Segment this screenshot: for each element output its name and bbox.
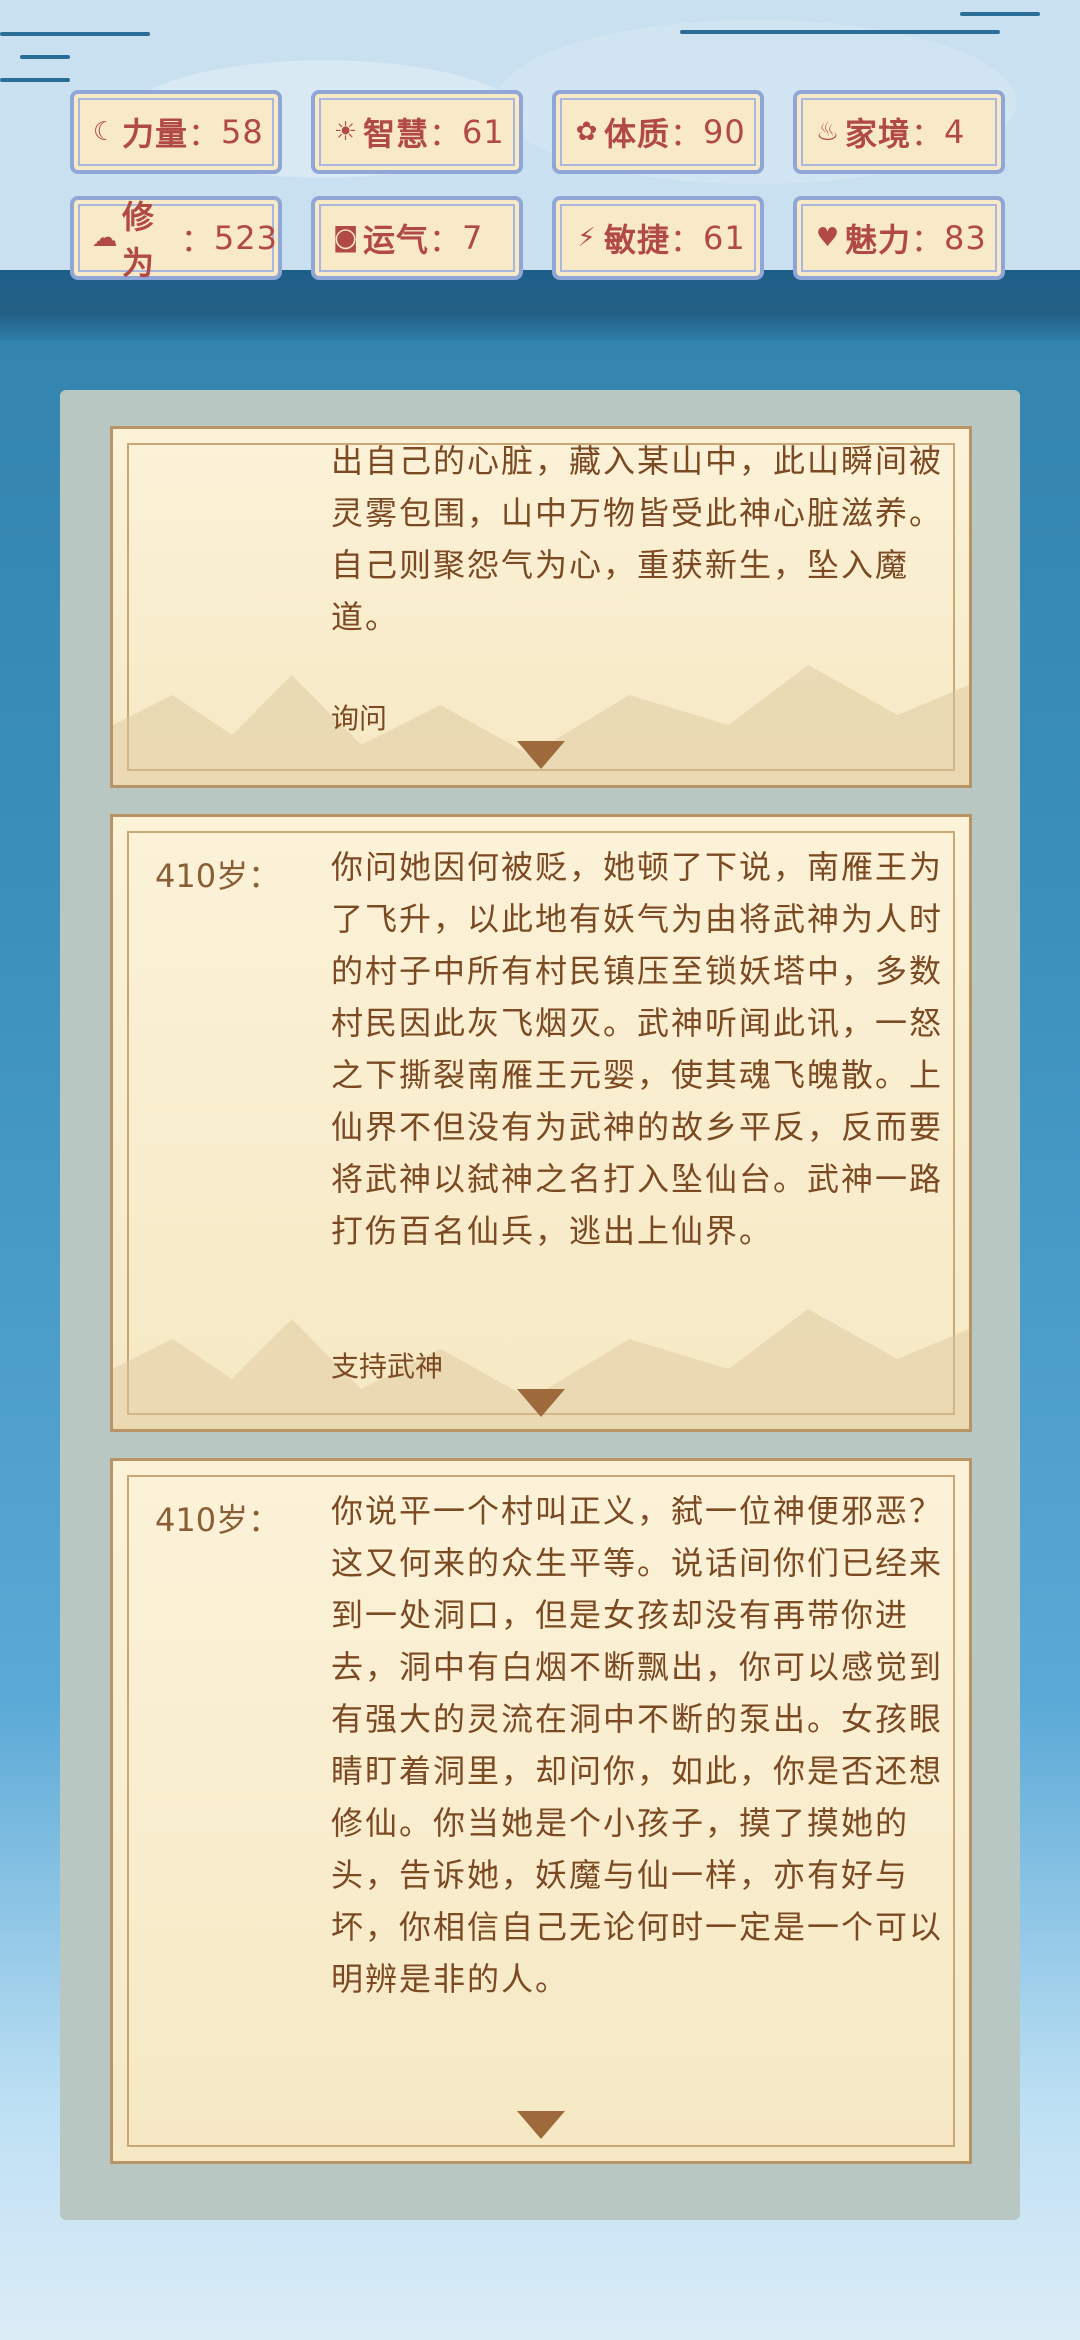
expand-arrow-icon[interactable] bbox=[517, 1389, 565, 1417]
event-age: 410岁： bbox=[155, 857, 281, 895]
wisdom-icon: ☀ bbox=[333, 117, 359, 147]
agility-icon: ⚡ bbox=[577, 223, 597, 253]
stat-value: 83 bbox=[944, 219, 987, 257]
stat-value: 4 bbox=[944, 113, 966, 151]
stat-value: 61 bbox=[703, 219, 746, 257]
constitution-icon: ✿ bbox=[575, 117, 599, 147]
expand-arrow-icon[interactable] bbox=[517, 741, 565, 769]
stat-cultivation: ☁ 修为： 523 bbox=[70, 196, 282, 282]
choice-option[interactable]: 支持武神 bbox=[331, 1345, 443, 1385]
attribute-stats-panel: ☾ 力量： 58 ☀ 智慧： 61 ✿ 体质： 90 ♨ 家境： 4 ☁ 修为： 523 … bbox=[70, 90, 1010, 282]
event-text: 你说平一个村叫正义，弑一位神便邪恶？这又何来的众生平等。说话间你们已经来到一处洞… bbox=[331, 1492, 944, 1998]
stat-value: 58 bbox=[221, 113, 264, 151]
event-text: 你问她因何被贬，她顿了下说，南雁王为了飞升，以此地有妖气为由将武神为人时的村子中… bbox=[331, 848, 944, 1250]
stat-value: 90 bbox=[703, 113, 746, 151]
stat-luck: ◙ 运气： 7 bbox=[311, 196, 523, 280]
event-age: 410岁： bbox=[155, 1501, 281, 1539]
cloud-swirl-decoration bbox=[20, 55, 70, 59]
event-card: 410岁： 你问她因何被贬，她顿了下说，南雁王为了飞升，以此地有妖气为由将武神为… bbox=[110, 814, 972, 1432]
event-text: 出自己的心脏，藏入某山中，此山瞬间被灵雾包围，山中万物皆受此神心脏滋养。自己则聚… bbox=[331, 442, 944, 636]
stat-family: ♨ 家境： 4 bbox=[793, 90, 1005, 174]
stat-strength: ☾ 力量： 58 bbox=[70, 90, 282, 174]
expand-arrow-icon[interactable] bbox=[517, 2111, 565, 2139]
choice-option[interactable]: 询问 bbox=[331, 697, 387, 737]
stat-agility: ⚡ 敏捷： 61 bbox=[552, 196, 764, 280]
stat-constitution: ✿ 体质： 90 bbox=[552, 90, 764, 174]
event-log-panel[interactable]: 出自己的心脏，藏入某山中，此山瞬间被灵雾包围，山中万物皆受此神心脏滋养。自己则聚… bbox=[60, 390, 1020, 2220]
cloud-swirl-decoration bbox=[0, 78, 70, 82]
cloud-swirl-decoration bbox=[0, 32, 150, 36]
stat-value: 523 bbox=[213, 219, 278, 257]
cloud-swirl-decoration bbox=[960, 12, 1040, 16]
luck-icon: ◙ bbox=[332, 223, 360, 253]
stat-charm: ♥ 魅力： 83 bbox=[793, 196, 1005, 280]
event-card: 出自己的心脏，藏入某山中，此山瞬间被灵雾包围，山中万物皆受此神心脏滋养。自己则聚… bbox=[110, 426, 972, 788]
strength-icon: ☾ bbox=[92, 117, 118, 147]
event-card: 410岁： 你说平一个村叫正义，弑一位神便邪恶？这又何来的众生平等。说话间你们已… bbox=[110, 1458, 972, 2164]
stat-wisdom: ☀ 智慧： 61 bbox=[311, 90, 523, 174]
cultivation-icon: ☁ bbox=[91, 223, 119, 253]
cloud-swirl-decoration bbox=[680, 30, 1000, 34]
stat-value: 7 bbox=[462, 219, 484, 257]
charm-icon: ♥ bbox=[815, 223, 841, 253]
stat-value: 61 bbox=[462, 113, 505, 151]
family-icon: ♨ bbox=[815, 117, 841, 147]
